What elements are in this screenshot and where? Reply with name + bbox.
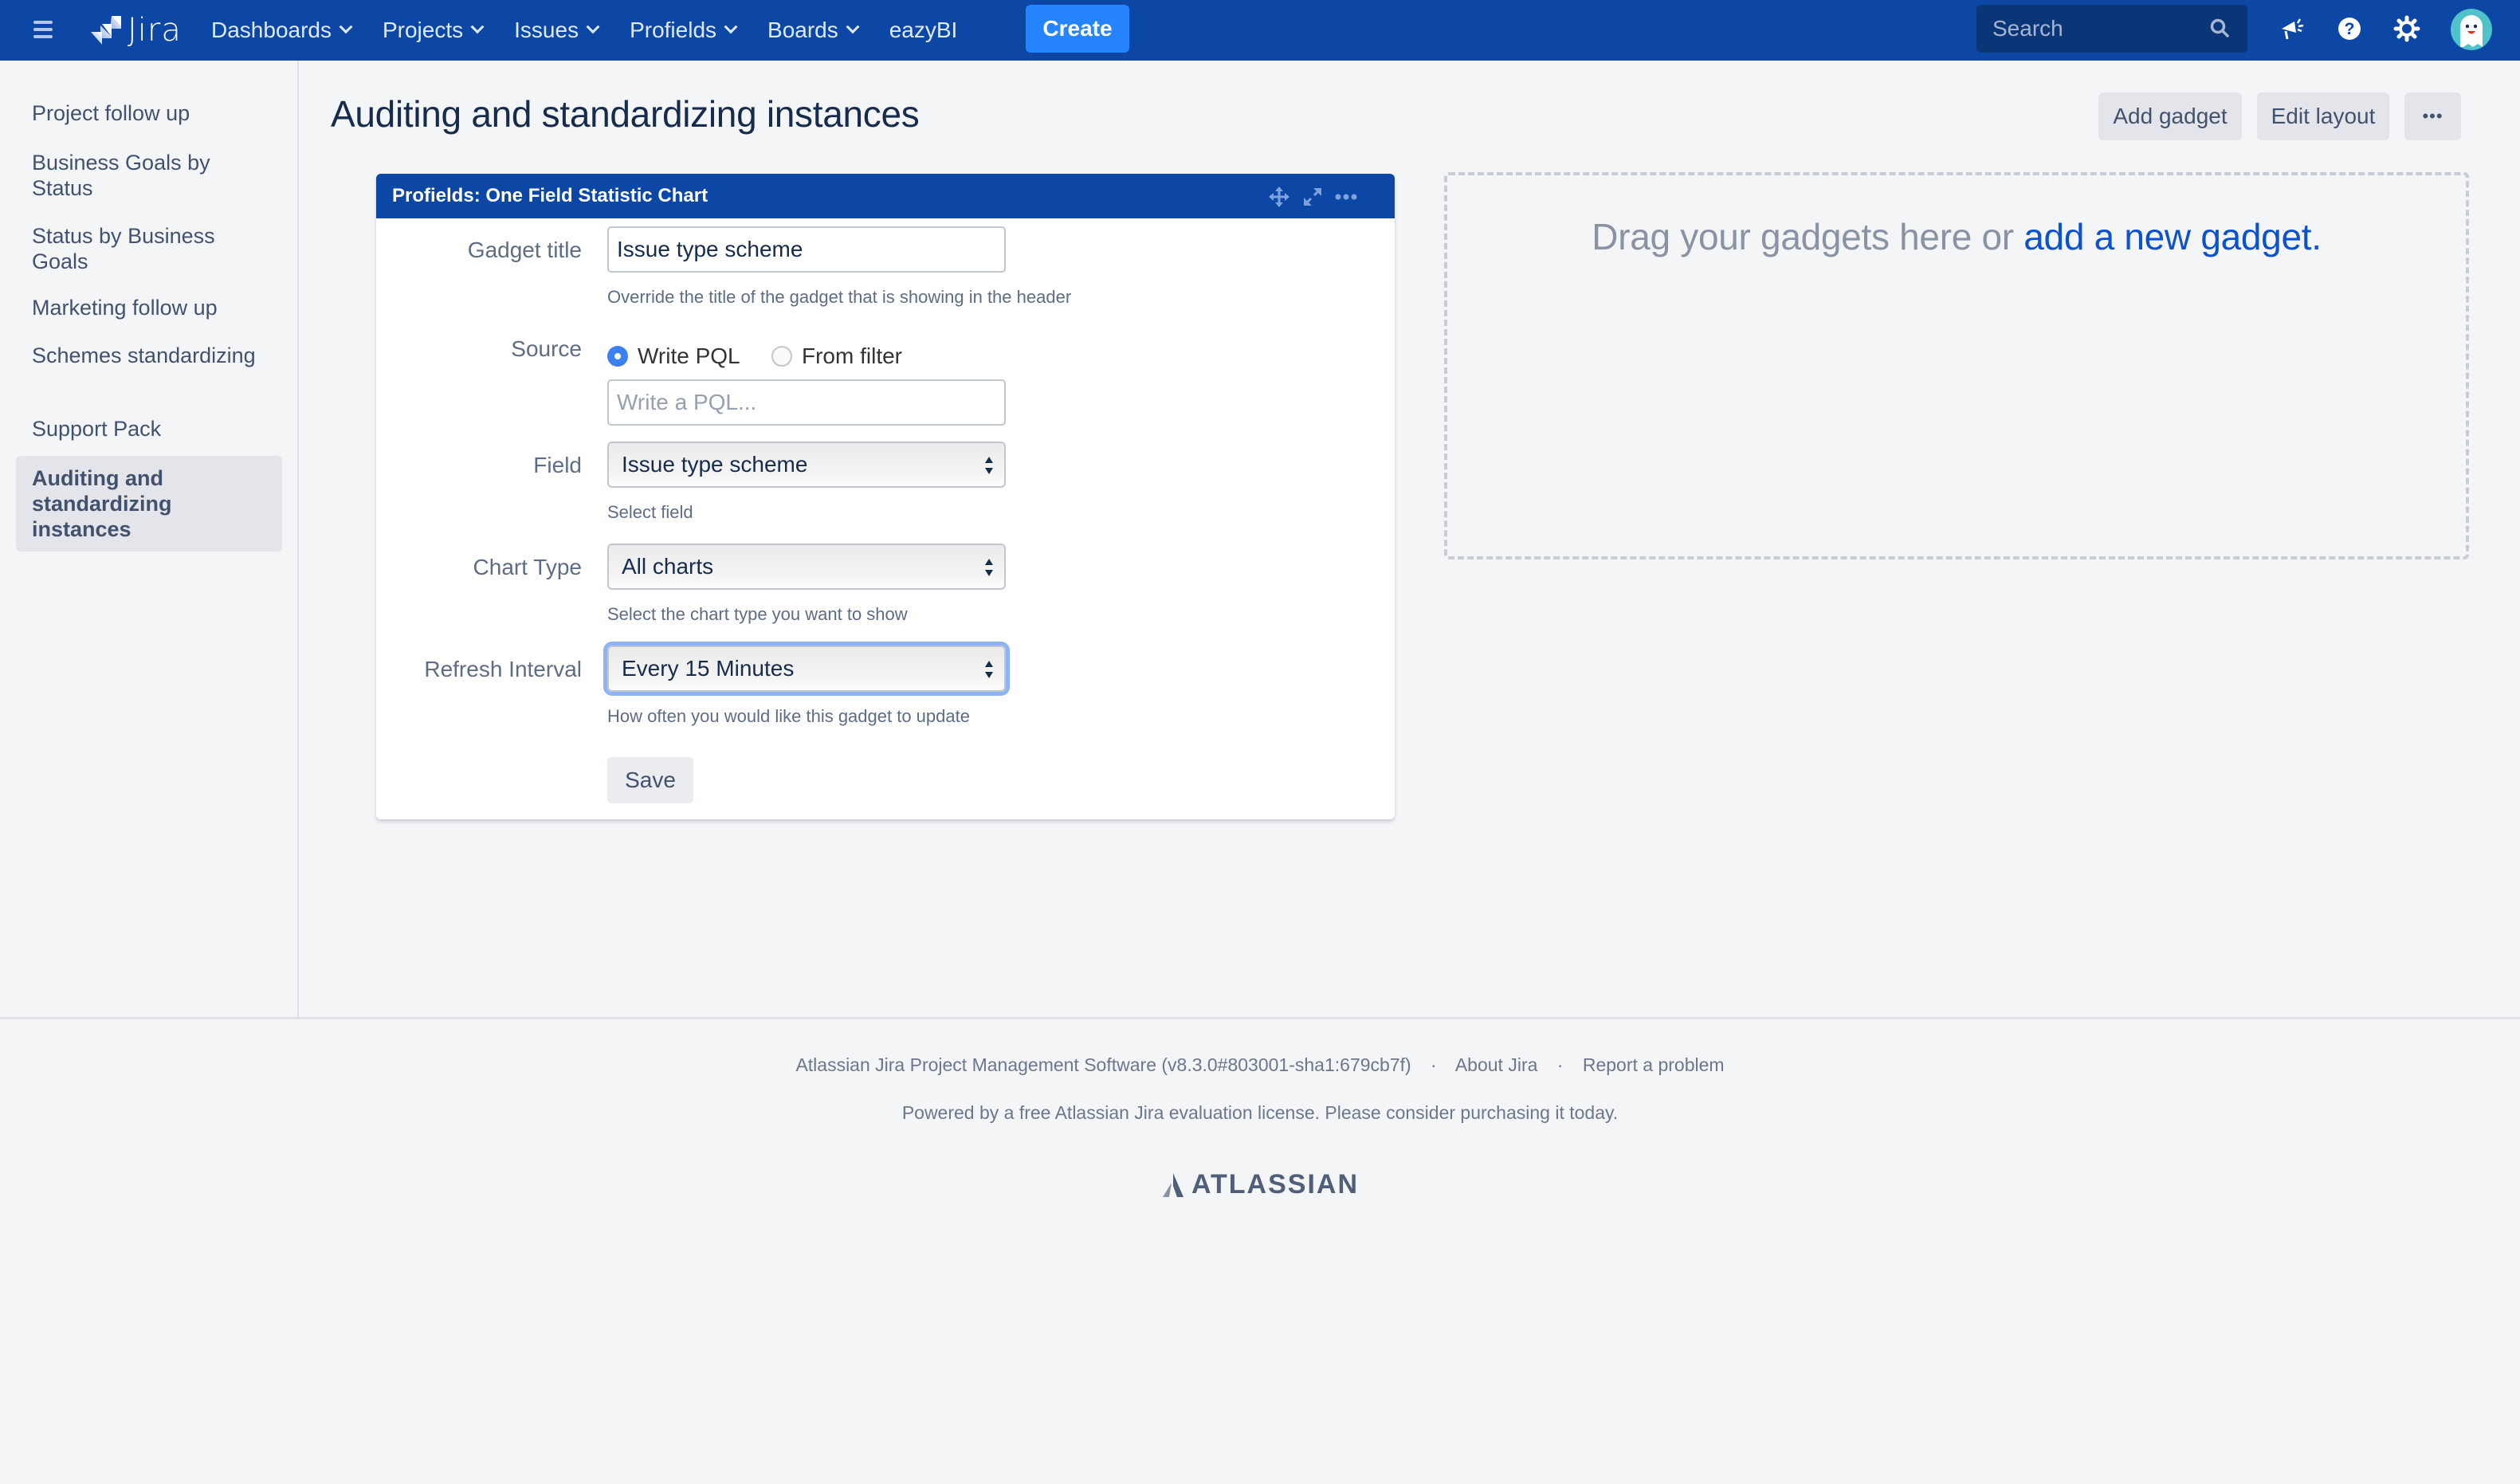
refresh-interval-select-value: Every 15 Minutes <box>622 656 795 681</box>
field-label: Field <box>533 453 582 477</box>
edit-layout-button[interactable]: Edit layout <box>2257 92 2389 140</box>
field-help: Select field <box>607 502 693 522</box>
maximize-icon[interactable] <box>1301 185 1325 209</box>
chevron-down-icon <box>470 20 485 34</box>
chevron-down-icon <box>339 20 353 34</box>
select-arrows-icon <box>985 457 993 474</box>
move-icon[interactable] <box>1267 185 1291 209</box>
nav-label: Boards <box>767 18 838 42</box>
nav-dashboards[interactable]: Dashboards <box>211 18 353 43</box>
save-button[interactable]: Save <box>607 757 693 803</box>
footer: Atlassian Jira Project Management Softwa… <box>0 1017 2520 1484</box>
sidebar-item-schemes-standardizing[interactable]: Schemes standardizing <box>16 343 282 368</box>
nav-issues[interactable]: Issues <box>514 18 600 43</box>
pql-input[interactable] <box>607 379 1006 426</box>
help-icon[interactable]: ? <box>2334 13 2365 45</box>
settings-icon[interactable] <box>2391 13 2423 45</box>
nav-label: Issues <box>514 18 579 42</box>
more-options-icon[interactable] <box>1334 185 1358 209</box>
radio-unchecked-icon <box>771 346 792 367</box>
gadget-title-help: Override the title of the gadget that is… <box>607 287 1072 307</box>
version-text: Atlassian Jira Project Management Softwa… <box>795 1054 1411 1075</box>
nav-label: eazyBI <box>889 18 958 42</box>
footer-separator: · <box>1431 1054 1437 1075</box>
add-new-gadget-link[interactable]: add a new gadget. <box>2023 216 2322 257</box>
gadget-header[interactable]: Profields: One Field Statistic Chart <box>376 174 1395 218</box>
about-jira-link[interactable]: About Jira <box>1455 1054 1538 1075</box>
jira-logo-icon <box>91 16 121 45</box>
chart-type-select-value: All charts <box>622 554 714 579</box>
select-arrows-icon <box>985 559 993 576</box>
field-select-value: Issue type scheme <box>622 452 808 477</box>
sidebar-item-status-by-business-goals[interactable]: Status by Business Goals <box>16 223 282 274</box>
radio-from-filter[interactable]: From filter <box>771 344 902 369</box>
sidebar-item-business-goals-by-status[interactable]: Business Goals by Status <box>16 150 282 201</box>
field-select[interactable]: Issue type scheme <box>607 442 1006 488</box>
create-button[interactable]: Create <box>1026 5 1129 53</box>
chart-type-help: Select the chart type you want to show <box>607 604 908 624</box>
radio-checked-icon <box>607 346 628 367</box>
nav-eazybi[interactable]: eazyBI <box>889 18 958 43</box>
gadget-header-title: Profields: One Field Statistic Chart <box>392 185 709 206</box>
dropzone-text: Drag your gadgets here or <box>1592 216 2024 257</box>
nav-label: Profields <box>630 18 717 42</box>
sidebar-item-marketing-follow-up[interactable]: Marketing follow up <box>16 295 282 320</box>
avatar[interactable] <box>2451 9 2492 50</box>
sidebar-item-auditing-and-standardizing-instances[interactable]: Auditing and standardizing instances <box>16 456 282 552</box>
refresh-interval-select[interactable]: Every 15 Minutes <box>607 646 1006 692</box>
atlassian-logo[interactable]: ATLASSIAN <box>0 1169 2520 1200</box>
nav-projects[interactable]: Projects <box>382 18 485 43</box>
chart-type-label: Chart Type <box>473 555 582 579</box>
ghost-avatar-icon <box>2460 15 2483 47</box>
nav-label: Projects <box>382 18 464 42</box>
jira-logo[interactable]: Jira <box>89 11 182 49</box>
gadget-title-label: Gadget title <box>467 238 582 262</box>
footer-links: Atlassian Jira Project Management Softwa… <box>0 1054 2520 1076</box>
radio-label: From filter <box>802 344 902 368</box>
radio-write-pql[interactable]: Write PQL <box>607 344 740 369</box>
sidebar-item-support-pack[interactable]: Support Pack <box>16 416 282 442</box>
more-actions-button[interactable]: ••• <box>2404 92 2461 140</box>
atlassian-brand: ATLASSIAN <box>1191 1169 1360 1199</box>
chevron-down-icon <box>846 20 860 34</box>
sidebar-item-project-follow-up[interactable]: Project follow up <box>16 100 282 126</box>
select-arrows-icon <box>985 661 993 678</box>
report-problem-link[interactable]: Report a problem <box>1583 1054 1725 1075</box>
chevron-down-icon <box>586 20 600 34</box>
nav-label: Dashboards <box>211 18 332 42</box>
source-label: Source <box>511 336 582 361</box>
dropzone-message: Drag your gadgets here or add a new gadg… <box>1447 215 2466 258</box>
nav-boards[interactable]: Boards <box>767 18 860 43</box>
atlassian-logo-icon <box>1162 1172 1183 1197</box>
megaphone-icon[interactable] <box>2276 13 2308 45</box>
nav-profields[interactable]: Profields <box>630 18 738 43</box>
page-title: Auditing and standardizing instances <box>331 93 920 135</box>
license-text: Powered by a free Atlassian Jira evaluat… <box>901 1102 1619 1123</box>
radio-label: Write PQL <box>638 344 740 368</box>
add-gadget-button[interactable]: Add gadget <box>2098 92 2242 140</box>
refresh-interval-label: Refresh Interval <box>424 657 582 681</box>
chart-type-select[interactable]: All charts <box>607 544 1006 590</box>
gadget-dropzone[interactable]: Drag your gadgets here or add a new gadg… <box>1444 172 2469 559</box>
search-input[interactable] <box>1992 16 2200 41</box>
chevron-down-icon <box>724 20 738 34</box>
search-icon[interactable] <box>2209 18 2230 38</box>
search-box <box>1976 5 2247 53</box>
gadget-config-panel: Profields: One Field Statistic Chart Gad… <box>376 174 1395 819</box>
footer-separator: · <box>1556 1054 1564 1075</box>
top-navigation-bar: Jira Dashboards Projects Issues Profield… <box>0 0 2520 61</box>
gadget-title-input[interactable] <box>607 226 1006 273</box>
refresh-interval-help: How often you would like this gadget to … <box>607 706 970 726</box>
nav-menu: Dashboards Projects Issues Profields Boa… <box>211 0 989 61</box>
svg-text:?: ? <box>2345 20 2355 38</box>
dashboard-sidebar: Project follow up Business Goals by Stat… <box>0 61 299 1017</box>
app-name: Jira <box>128 12 182 49</box>
menu-icon[interactable] <box>33 21 53 38</box>
